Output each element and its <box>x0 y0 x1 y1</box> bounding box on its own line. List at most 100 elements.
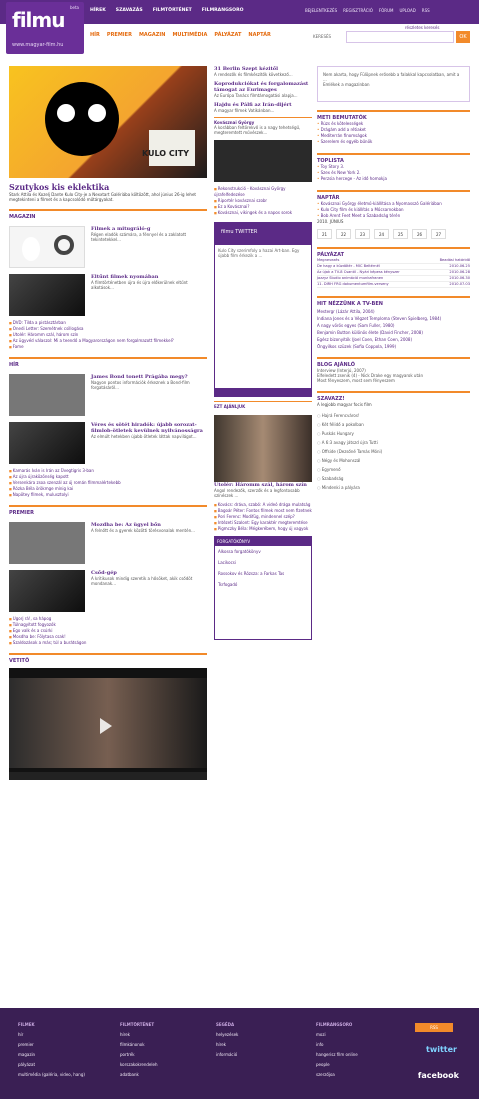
poll-option[interactable]: Mindenki a pályára <box>317 483 470 492</box>
article-thumbnail[interactable] <box>9 522 85 564</box>
calendar-day[interactable]: 25 <box>393 229 408 239</box>
article[interactable]: Filmek a mitugráló-g Régen eladók számár… <box>9 226 207 268</box>
tv-item[interactable]: Indiana Jones és a Végzet Templomа (Stev… <box>317 316 470 321</box>
hero-title[interactable]: Szutykos kis eklektika <box>9 182 207 192</box>
calendar-day[interactable]: 22 <box>336 229 351 239</box>
list-item[interactable]: Szaldozások a más; túl a burátságon <box>9 640 207 646</box>
sub-nav-item[interactable]: NAPTÁR <box>248 32 270 38</box>
poll-option[interactable]: A 6:3 avagy játszd újra Tutti <box>317 438 470 447</box>
article[interactable]: Véres és sötét hiradók: újabb sorozat-fi… <box>9 422 207 464</box>
article-thumbnail[interactable] <box>9 374 85 416</box>
site-logo[interactable]: filmu beta www.magyar-film.hu <box>6 2 84 54</box>
forgatokonyv-item[interactable]: Lacikocsi <box>215 557 311 568</box>
table-cell[interactable]: Jazzyz Studio animáció munkafranen <box>317 276 383 281</box>
footer-link[interactable]: hírek <box>120 1030 230 1040</box>
poll-option[interactable]: Szabadság <box>317 474 470 483</box>
list-item[interactable]: Kovásznai, vikingek és a napos sorok <box>214 210 312 216</box>
sub-nav-item[interactable]: PREMIER <box>107 32 132 38</box>
video-player[interactable] <box>9 668 207 780</box>
hero-image[interactable]: KULO CITY <box>9 66 207 178</box>
footer-link[interactable]: pályázat <box>18 1060 128 1070</box>
play-icon[interactable] <box>100 718 112 734</box>
top-nav-item[interactable]: FILMTÖRTÉNET <box>153 8 192 13</box>
footer-link[interactable]: info <box>316 1040 426 1050</box>
ezt-image[interactable] <box>214 415 312 482</box>
sub-nav-item[interactable]: MAGAZIN <box>139 32 166 38</box>
footer-link[interactable]: mozi <box>316 1030 426 1040</box>
register-link[interactable]: REGISZTRÁCIÓ <box>343 8 373 13</box>
footer-link[interactable]: szerzőjoa <box>316 1070 426 1080</box>
top-nav-item[interactable]: SZAVAZÁS <box>116 8 143 13</box>
article-title[interactable]: Véres és sötét hiradók: újabb sorozat-fi… <box>91 422 207 434</box>
article-thumbnail[interactable] <box>9 274 85 316</box>
list-item[interactable]: Pigmczky Béla: Mégkerébem, hogy új vagyo… <box>214 526 312 532</box>
list-item[interactable]: Napötey filmek, mulusztolyi <box>9 492 207 498</box>
tv-item[interactable]: Egész bizonyítók (Joel Coen, Ethan Coen,… <box>317 337 470 342</box>
article[interactable]: Csőd-gép A kritikusok mindig szeretik a … <box>9 570 207 612</box>
tv-item[interactable]: Öngyilkos szüzek (Sofia Coppola, 1999) <box>317 344 470 349</box>
footer-link[interactable]: premier <box>18 1040 128 1050</box>
tv-item[interactable]: Mestergr (Lázár Attila, 2004) <box>317 309 470 314</box>
calendar-day[interactable]: 21 <box>317 229 332 239</box>
footer-link[interactable]: magazin <box>18 1050 128 1060</box>
footer-link[interactable]: hír <box>18 1030 128 1040</box>
calendar-day[interactable]: 27 <box>431 229 446 239</box>
table-cell[interactable]: Az újak a TV-8 Csantil - Nyári képess ké… <box>317 270 400 275</box>
table-cell[interactable]: De hagy a küzdőtér - MIC Beltérnél <box>317 264 380 269</box>
article[interactable]: Mozdha be: Az ügyel bőn A felnőtt és a g… <box>9 522 207 564</box>
search-input[interactable] <box>346 31 454 43</box>
list-item[interactable]: Rekonstrukció - Kovásznai György újrafel… <box>214 186 312 198</box>
toplista-item[interactable]: Perzsia hercege - Az idő homokja <box>317 176 470 182</box>
footer-link[interactable]: multimédia (galéria, video, hang) <box>18 1070 128 1080</box>
kovacsnai-image[interactable] <box>214 140 312 182</box>
poll-option[interactable]: Két félidő a pokolban <box>317 420 470 429</box>
forum-link[interactable]: FÓRUM <box>379 8 394 13</box>
footer-twitter-link[interactable]: twitter <box>426 1045 457 1054</box>
footer-link[interactable]: helyezések <box>216 1030 326 1040</box>
article-thumbnail[interactable] <box>9 570 85 612</box>
poll-option[interactable]: Puskás Hungary <box>317 429 470 438</box>
poll-option[interactable]: Hajrá Ferencváros! <box>317 411 470 420</box>
poll-option[interactable]: Négy és Mohonszál <box>317 456 470 465</box>
forgatokonyv-item[interactable]: Alkossa forgatókönyv <box>215 546 311 557</box>
top-nav-item[interactable]: HÍREK <box>90 8 106 13</box>
footer-link[interactable]: információ <box>216 1050 326 1060</box>
calendar-day[interactable]: 26 <box>412 229 427 239</box>
story-title[interactable]: Koprodukciókat és forgalomazást támogat … <box>214 81 312 93</box>
sub-nav-item[interactable]: MULTIMÉDIA <box>172 32 207 38</box>
top-nav-item[interactable]: FILMRANGSORO <box>202 8 244 13</box>
forgatokonyv-item[interactable]: Rossokov és Rózsza: a Farkas Tas <box>215 568 311 579</box>
forgatokonyv-item[interactable]: Tsrfogadó <box>215 579 311 590</box>
blog-item[interactable]: Most fényeszem, most sem fényeszem <box>317 378 470 383</box>
footer-link[interactable]: adatbank <box>120 1070 230 1080</box>
calendar-day[interactable]: 23 <box>355 229 370 239</box>
video-controls[interactable] <box>9 772 207 780</box>
search-button[interactable]: OK <box>456 31 470 43</box>
footer-facebook-link[interactable]: facebook <box>418 1071 459 1080</box>
footer-link[interactable]: portrék <box>120 1050 230 1060</box>
tv-item[interactable]: Benjamin Button különös élete (David Fin… <box>317 330 470 335</box>
footer-link[interactable]: filmkánonok <box>120 1040 230 1050</box>
article[interactable]: Eltűnt filmek nyomában A filmtörténetben… <box>9 274 207 316</box>
footer-rss-button[interactable]: RSS <box>415 1023 453 1032</box>
meti-item[interactable]: Szerelem és egyéb bűnök <box>317 139 470 145</box>
footer-link[interactable]: korszakokrendeleh <box>120 1060 230 1070</box>
calendar-day[interactable]: 24 <box>374 229 389 239</box>
rss-link[interactable]: RSS <box>422 8 430 13</box>
login-link[interactable]: BEJELENTKEZÉS <box>305 8 337 13</box>
article[interactable]: James Bond tonett Prágába megy? Nagyon p… <box>9 374 207 416</box>
poll-option[interactable]: Offside (Dezsőné Tamás Móni) <box>317 447 470 456</box>
article-thumbnail[interactable] <box>9 226 85 268</box>
sub-nav-item[interactable]: PÁLYÁZAT <box>214 32 241 38</box>
tv-item[interactable]: A nagy vörös egyes (Sam Fuller, 1980) <box>317 323 470 328</box>
advanced-search-link[interactable]: részletes keresés <box>405 25 439 30</box>
list-item[interactable]: Fame <box>9 344 207 350</box>
article-thumbnail[interactable] <box>9 422 85 464</box>
footer-link[interactable]: hírek <box>216 1040 326 1050</box>
intro-link[interactable]: Emlékek a magazinban <box>323 82 464 87</box>
footer-link[interactable]: people <box>316 1060 426 1070</box>
sub-nav-item[interactable]: HÍR <box>90 32 100 38</box>
table-row[interactable]: 11. DIRH FRG dokumentumfilm-verseny 2010.… <box>317 282 470 288</box>
poll-option[interactable]: Egymenő <box>317 465 470 474</box>
footer-link[interactable]: hangerisz film online <box>316 1050 426 1060</box>
